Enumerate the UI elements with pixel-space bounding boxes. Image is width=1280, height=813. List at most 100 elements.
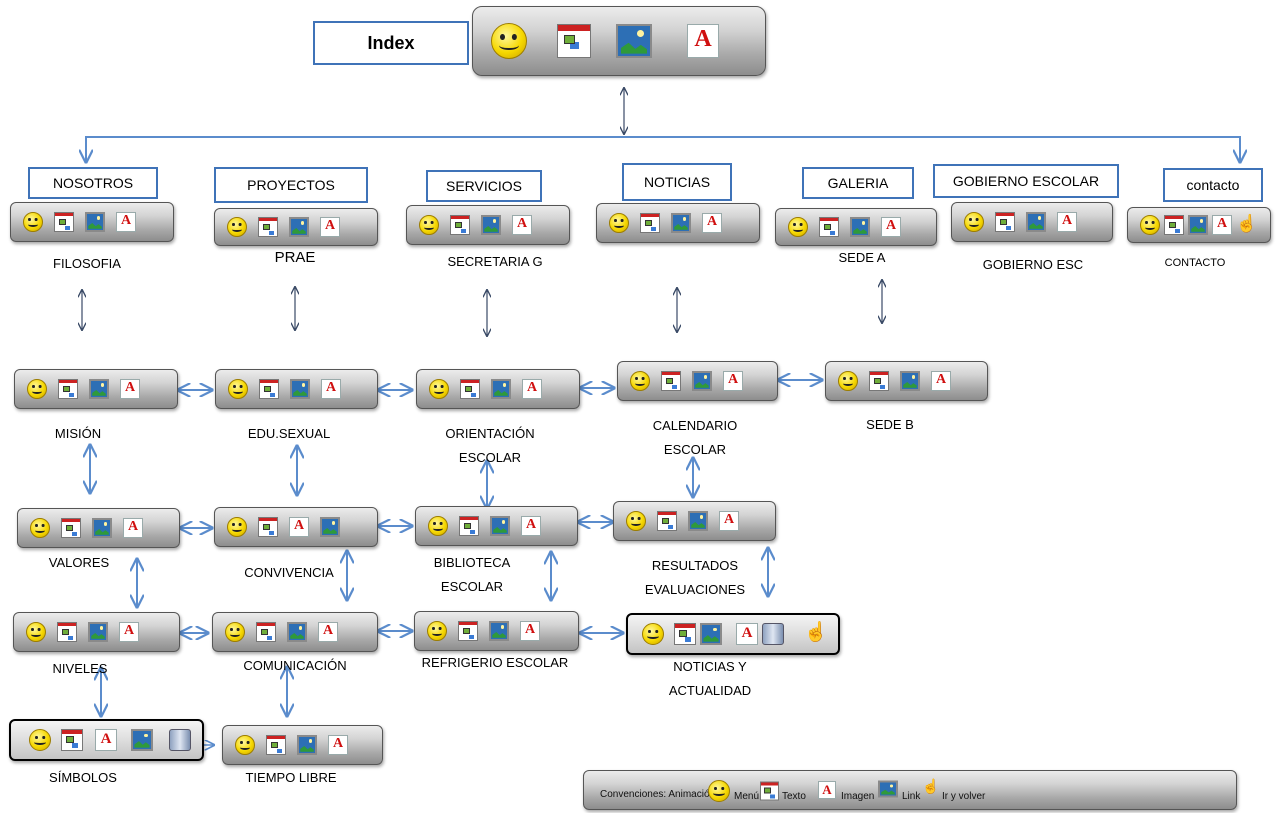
document-text-icon[interactable]: A: [520, 621, 540, 641]
document-text-icon[interactable]: A: [687, 24, 719, 58]
sitemap-menu-icon[interactable]: [258, 217, 278, 237]
picture-link-icon[interactable]: [490, 516, 510, 536]
sitemap-menu-icon[interactable]: [54, 212, 74, 232]
hand-pointer-icon[interactable]: ☝: [1236, 215, 1257, 235]
document-text-icon[interactable]: A: [521, 516, 541, 536]
smiley-animation-icon[interactable]: [1140, 215, 1160, 235]
picture-link-icon[interactable]: [692, 371, 712, 391]
picture-link-icon[interactable]: [289, 217, 309, 237]
sitemap-menu-icon[interactable]: [674, 623, 696, 645]
sitemap-menu-icon[interactable]: [995, 212, 1015, 232]
smiley-animation-icon[interactable]: [609, 213, 629, 233]
document-text-icon[interactable]: A: [289, 517, 309, 537]
smiley-animation-icon[interactable]: [642, 623, 664, 645]
picture-link-icon[interactable]: [290, 379, 310, 399]
sitemap-menu-icon[interactable]: [61, 729, 83, 751]
picture-link-icon[interactable]: [700, 623, 722, 645]
smiley-animation-icon[interactable]: [428, 516, 448, 536]
document-text-icon[interactable]: A: [512, 215, 532, 235]
document-text-icon[interactable]: A: [116, 212, 136, 232]
sitemap-menu-icon[interactable]: [819, 217, 839, 237]
sitemap-menu-icon[interactable]: [259, 379, 279, 399]
smiley-animation-icon[interactable]: [788, 217, 808, 237]
smiley-animation-icon[interactable]: [838, 371, 858, 391]
picture-link-icon[interactable]: [1026, 212, 1046, 232]
smiley-animation-icon[interactable]: [29, 729, 51, 751]
sitemap-menu-icon[interactable]: [460, 379, 480, 399]
picture-link-icon[interactable]: [900, 371, 920, 391]
sitemap-menu-icon[interactable]: [256, 622, 276, 642]
picture-link-icon[interactable]: [85, 212, 105, 232]
sitemap-menu-icon[interactable]: [450, 215, 470, 235]
document-text-icon[interactable]: A: [120, 379, 140, 399]
section-proyectos[interactable]: PROYECTOS: [214, 167, 368, 203]
smiley-animation-icon[interactable]: [630, 371, 650, 391]
picture-link-icon[interactable]: [1188, 215, 1208, 235]
sitemap-menu-icon[interactable]: [58, 379, 78, 399]
smiley-animation-icon[interactable]: [227, 517, 247, 537]
sitemap-menu-icon[interactable]: [661, 371, 681, 391]
sitemap-menu-icon[interactable]: [557, 24, 591, 58]
sitemap-menu-icon[interactable]: [61, 518, 81, 538]
picture-link-icon[interactable]: [850, 217, 870, 237]
hand-pointer-icon[interactable]: ☝: [804, 623, 828, 645]
smiley-animation-icon[interactable]: [626, 511, 646, 531]
picture-link-icon[interactable]: [131, 729, 153, 751]
picture-link-icon[interactable]: [491, 379, 511, 399]
smiley-animation-icon[interactable]: [228, 379, 248, 399]
smiley-animation-icon[interactable]: [235, 735, 255, 755]
section-nosotros[interactable]: NOSOTROS: [28, 167, 158, 199]
speaker-icon[interactable]: [169, 729, 191, 751]
document-text-icon[interactable]: A: [736, 623, 758, 645]
document-text-icon[interactable]: A: [1057, 212, 1077, 232]
smiley-animation-icon[interactable]: [427, 621, 447, 641]
document-text-icon[interactable]: A: [723, 371, 743, 391]
smiley-animation-icon[interactable]: [27, 379, 47, 399]
picture-link-icon[interactable]: [671, 213, 691, 233]
document-text-icon[interactable]: A: [119, 622, 139, 642]
section-servicios[interactable]: SERVICIOS: [426, 170, 542, 202]
document-text-icon[interactable]: A: [702, 213, 722, 233]
sitemap-menu-icon[interactable]: [657, 511, 677, 531]
document-text-icon[interactable]: A: [931, 371, 951, 391]
section-contacto[interactable]: contacto: [1163, 168, 1263, 202]
document-text-icon[interactable]: A: [321, 379, 341, 399]
sitemap-menu-icon[interactable]: [869, 371, 889, 391]
sitemap-menu-icon[interactable]: [266, 735, 286, 755]
document-text-icon[interactable]: A: [95, 729, 117, 751]
document-text-icon[interactable]: A: [881, 217, 901, 237]
smiley-animation-icon[interactable]: [225, 622, 245, 642]
smiley-animation-icon[interactable]: [30, 518, 50, 538]
sitemap-menu-icon[interactable]: [459, 516, 479, 536]
smiley-animation-icon[interactable]: [23, 212, 43, 232]
document-text-icon[interactable]: A: [123, 518, 143, 538]
smiley-animation-icon[interactable]: [26, 622, 46, 642]
smiley-animation-icon[interactable]: [429, 379, 449, 399]
picture-link-icon[interactable]: [320, 517, 340, 537]
sitemap-menu-icon[interactable]: [1164, 215, 1184, 235]
document-text-icon[interactable]: A: [318, 622, 338, 642]
document-text-icon[interactable]: A: [320, 217, 340, 237]
picture-link-icon[interactable]: [89, 379, 109, 399]
picture-link-icon[interactable]: [481, 215, 501, 235]
sitemap-menu-icon[interactable]: [458, 621, 478, 641]
index-label[interactable]: Index: [313, 21, 469, 65]
smiley-animation-icon[interactable]: [964, 212, 984, 232]
picture-link-icon[interactable]: [489, 621, 509, 641]
picture-link-icon[interactable]: [287, 622, 307, 642]
section-gobierno-escolar[interactable]: GOBIERNO ESCOLAR: [933, 164, 1119, 198]
picture-link-icon[interactable]: [616, 24, 652, 58]
section-galeria[interactable]: GALERIA: [802, 167, 914, 199]
picture-link-icon[interactable]: [92, 518, 112, 538]
speaker-icon[interactable]: [762, 623, 784, 645]
document-text-icon[interactable]: A: [522, 379, 542, 399]
sitemap-menu-icon[interactable]: [640, 213, 660, 233]
document-text-icon[interactable]: A: [719, 511, 739, 531]
smiley-animation-icon[interactable]: [227, 217, 247, 237]
section-noticias[interactable]: NOTICIAS: [622, 163, 732, 201]
sitemap-menu-icon[interactable]: [57, 622, 77, 642]
picture-link-icon[interactable]: [688, 511, 708, 531]
picture-link-icon[interactable]: [297, 735, 317, 755]
sitemap-menu-icon[interactable]: [258, 517, 278, 537]
smiley-animation-icon[interactable]: [419, 215, 439, 235]
